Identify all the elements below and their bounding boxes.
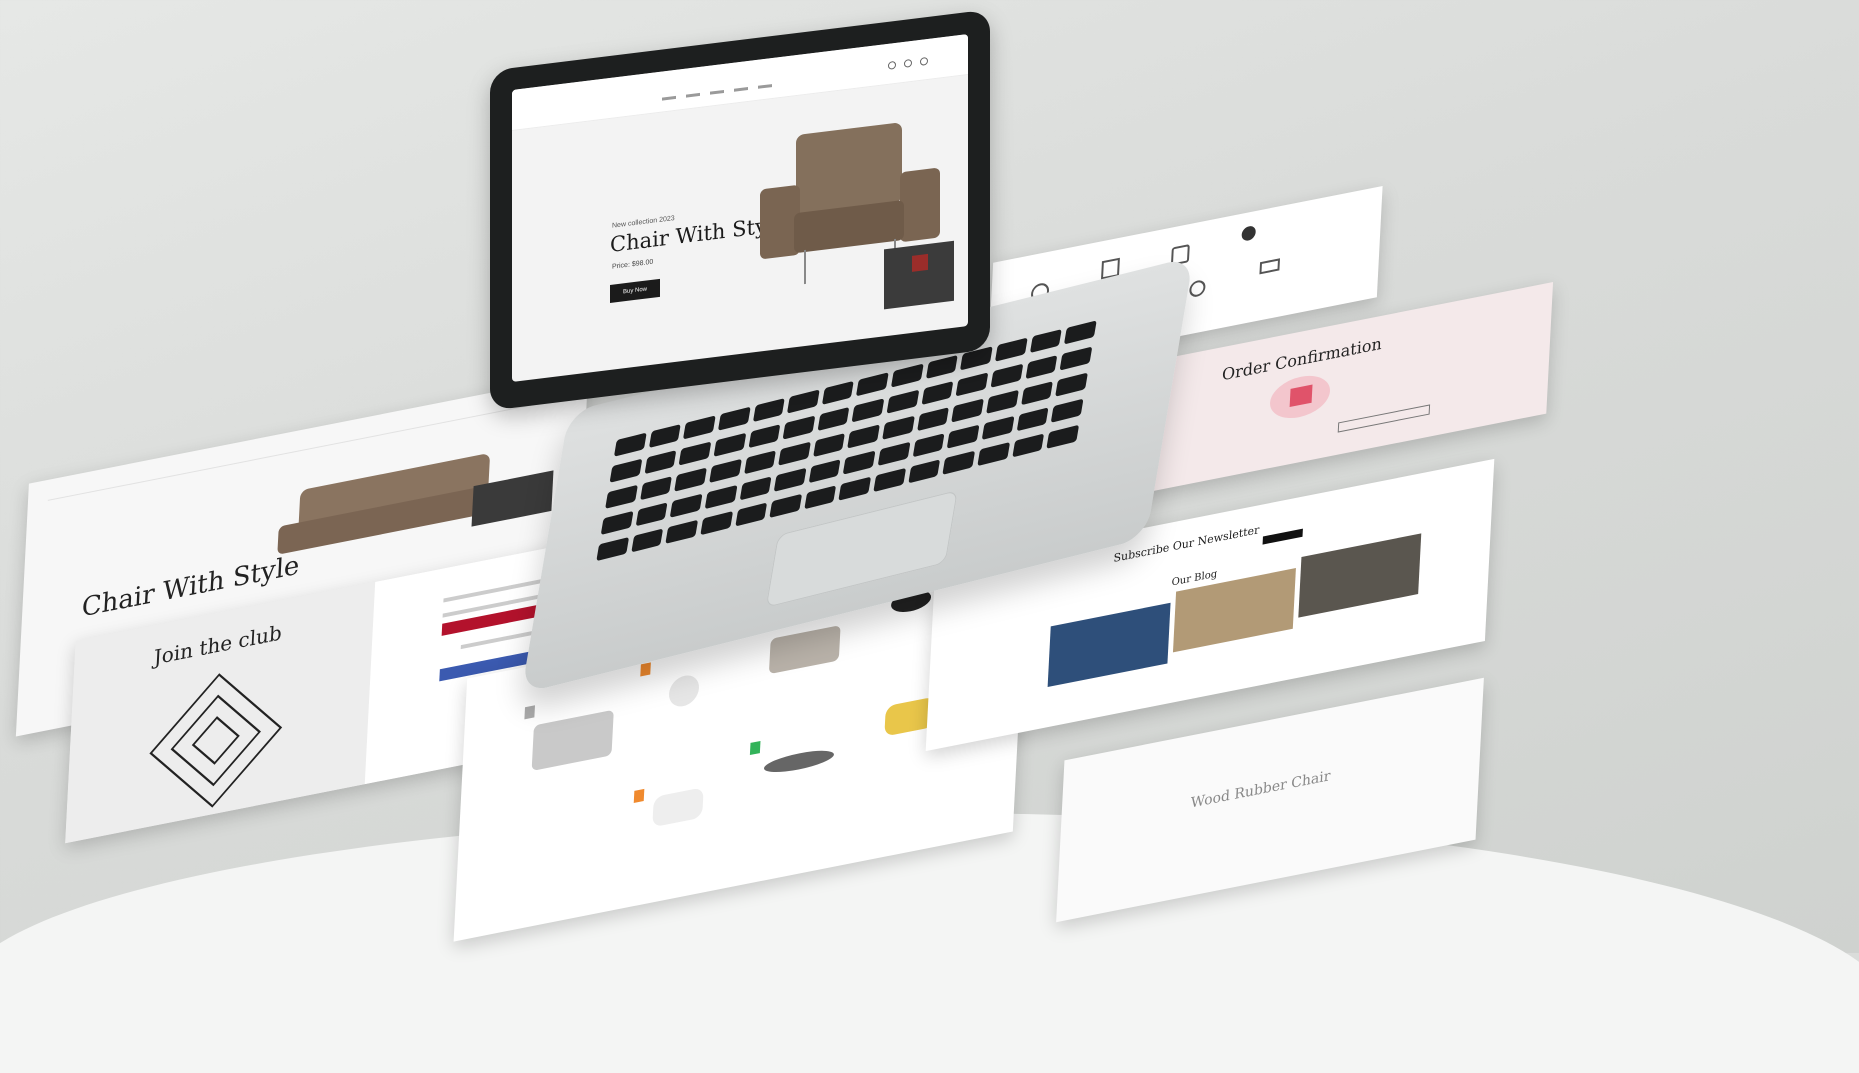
screen-nav[interactable] — [662, 79, 812, 101]
screen-header-icons[interactable] — [888, 56, 928, 70]
product-detail-title: Wood Rubber Chair — [1190, 767, 1331, 812]
join-title: Join the club — [153, 620, 283, 670]
product-item[interactable] — [520, 688, 625, 799]
continue-button[interactable] — [1337, 404, 1431, 433]
subscribe-button[interactable] — [1262, 528, 1303, 545]
laptop-screen: New collection 2023 Chair With Style Pri… — [512, 34, 968, 382]
blog-image[interactable] — [1298, 533, 1422, 618]
feature-icon — [1241, 224, 1257, 242]
blog-image[interactable] — [1047, 602, 1171, 688]
hero-thumbnail[interactable] — [884, 240, 954, 310]
mockup-scene: Order Confirmation Chair With Style Join… — [0, 0, 1859, 1073]
product-item[interactable] — [746, 723, 851, 834]
feature-icon — [1188, 278, 1206, 299]
background-wave — [0, 813, 1859, 1073]
hero-price: Price: $98.00 — [612, 258, 654, 271]
product-item[interactable] — [636, 645, 741, 756]
screen-header — [512, 34, 968, 131]
hero-buy-button[interactable]: Buy Now — [610, 278, 660, 303]
feature-icon — [1259, 258, 1281, 275]
laptop-screen-frame: New collection 2023 Chair With Style Pri… — [490, 9, 990, 411]
product-item[interactable] — [630, 771, 735, 882]
